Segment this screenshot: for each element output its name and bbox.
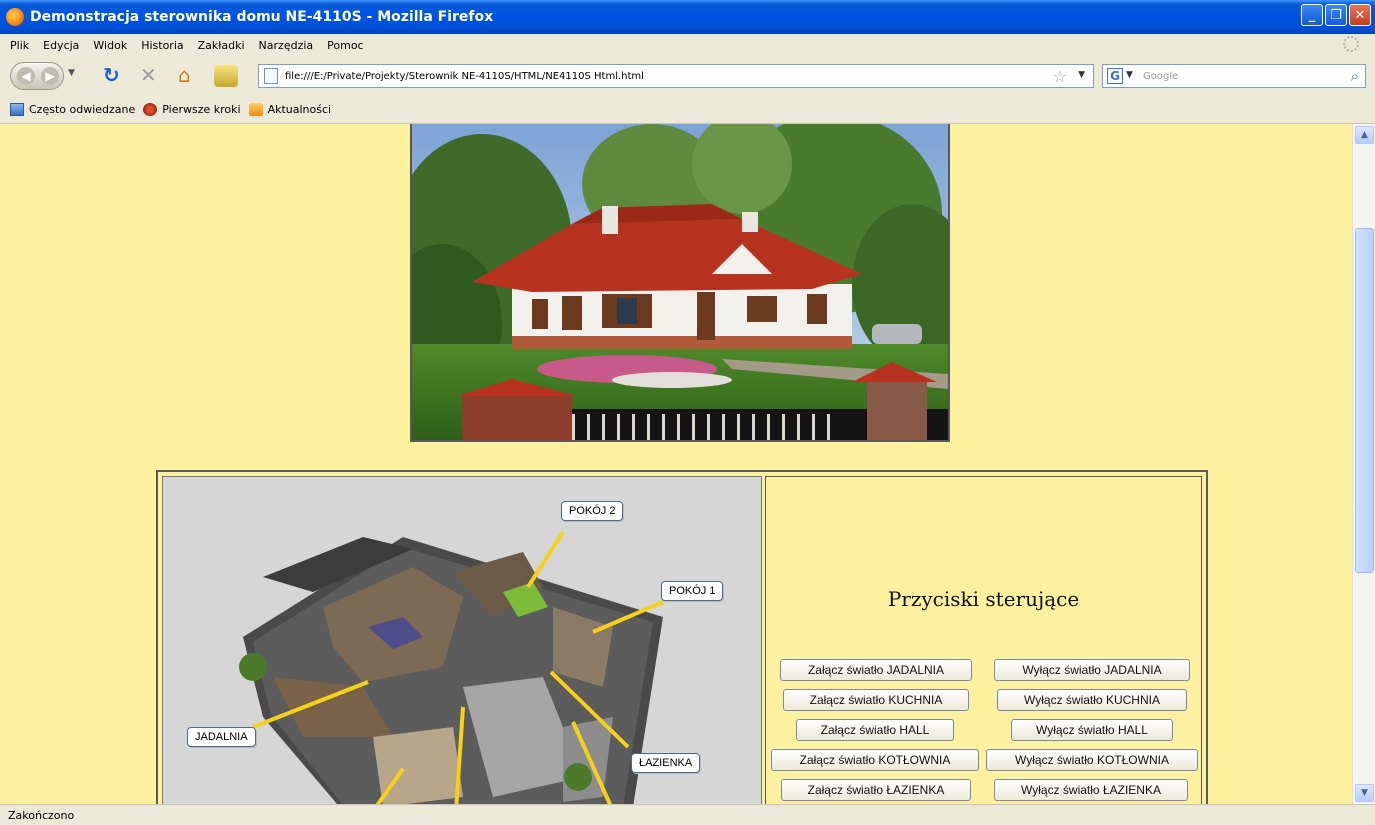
page-content: POKÓJ 2 POKÓJ 1 JADALNIA ŁAZIENKA Przyci… [0,124,1352,804]
off-light-kuchnia-button[interactable]: Wyłącz światło KUCHNIA [997,689,1187,711]
menu-pomoc[interactable]: Pomoc [327,39,363,52]
forward-arrow-icon[interactable]: ▶ [41,67,59,85]
navigation-toolbar: ◀ ▶ ▼ ↻ ✕ ⌂ file:///E:/Private/Projekty/… [0,56,1375,96]
off-light-jadalnia-button[interactable]: Wyłącz światło JADALNIA [994,659,1190,681]
menu-narzedzia[interactable]: Narzędzia [259,39,314,52]
scroll-down-button[interactable]: ▼ [1355,784,1374,802]
menu-edycja[interactable]: Edycja [43,39,79,52]
throbber-icon [1343,36,1359,52]
home-icon[interactable]: ⌂ [178,64,191,86]
label-lazienka: ŁAZIENKA [631,753,701,773]
vertical-scrollbar[interactable]: ▲ ▼ [1352,124,1375,804]
bookmark-label: Pierwsze kroki [162,103,241,116]
menu-plik[interactable]: Plik [10,39,29,52]
control-panel-table: POKÓJ 2 POKÓJ 1 JADALNIA ŁAZIENKA Przyci… [156,470,1208,804]
on-light-jadalnia-button[interactable]: Załącz światło JADALNIA [780,659,972,681]
bookmarks-sidebar-icon[interactable] [214,65,238,87]
label-pokoj-2: POKÓJ 2 [561,501,624,521]
magnifier-icon[interactable]: ⌕ [1351,67,1359,85]
close-button[interactable]: ✕ [1349,4,1371,26]
label-jadalnia: JADALNIA [187,727,256,747]
on-light-kotlownia-button[interactable]: Załącz światło KOTŁOWNIA [771,749,979,771]
stop-icon[interactable]: ✕ [140,64,157,86]
window-controls: _ ❐ ✕ [1301,4,1371,26]
label-pokoj-1: POKÓJ 1 [661,581,724,601]
google-engine-icon[interactable]: G [1107,68,1123,84]
off-light-hall-button[interactable]: Wyłącz światło HALL [1011,719,1173,741]
address-dropdown-icon[interactable]: ▼ [1078,70,1085,80]
search-placeholder: Google [1143,70,1179,82]
menu-bar: Plik Edycja Widok Historia Zakładki Narz… [0,34,1375,56]
menu-historia[interactable]: Historia [141,39,183,52]
engine-dropdown-icon[interactable]: ▼ [1126,70,1133,80]
back-forward-group: ◀ ▶ [10,62,64,90]
status-bar: Zakończono [0,804,1375,825]
firefox-bookmark-icon [143,103,158,116]
bookmark-czesto-odwiedzane[interactable]: Często odwiedzane [10,103,135,116]
page-icon [264,68,278,84]
back-arrow-icon[interactable]: ◀ [17,67,35,85]
title-bar: Demonstracja sterownika domu NE-4110S - … [0,0,1375,34]
minimize-button[interactable]: _ [1301,4,1323,26]
rss-icon [248,103,263,116]
bookmarks-toolbar: Często odwiedzane Pierwsze kroki Aktualn… [0,96,1375,124]
bookmark-pierwsze-kroki[interactable]: Pierwsze kroki [143,103,241,116]
history-dropdown-icon[interactable]: ▼ [68,68,75,78]
status-text: Zakończono [8,808,75,822]
floor-plan-image: POKÓJ 2 POKÓJ 1 JADALNIA ŁAZIENKA [162,476,762,804]
bookmark-label: Często odwiedzane [29,103,136,116]
on-light-lazienka-button[interactable]: Załącz światło ŁAZIENKA [781,779,971,801]
off-light-kotlownia-button[interactable]: Wyłącz światło KOTŁOWNIA [986,749,1198,771]
bookmark-aktualnosci[interactable]: Aktualności [248,103,332,116]
menu-widok[interactable]: Widok [93,39,127,52]
house-image [410,124,950,442]
control-buttons-panel: Przyciski sterujące Załącz światło JADAL… [765,476,1202,804]
off-light-lazienka-button[interactable]: Wyłącz światło ŁAZIENKA [994,779,1188,801]
star-icon[interactable]: ☆ [1053,67,1067,86]
bookmark-label: Aktualności [267,103,332,116]
scroll-up-button[interactable]: ▲ [1355,126,1374,144]
scroll-thumb[interactable] [1355,228,1374,573]
on-light-kuchnia-button[interactable]: Załącz światło KUCHNIA [783,689,969,711]
reload-icon[interactable]: ↻ [103,64,120,86]
address-url: file:///E:/Private/Projekty/Sterownik NE… [285,70,644,82]
window-title: Demonstracja sterownika domu NE-4110S - … [30,9,494,25]
maximize-button[interactable]: ❐ [1325,4,1347,26]
folder-icon [10,103,24,116]
controls-heading: Przyciski sterujące [887,587,1080,611]
address-bar[interactable]: file:///E:/Private/Projekty/Sterownik NE… [258,64,1094,88]
menu-zakladki[interactable]: Zakładki [198,39,245,52]
firefox-logo-icon [6,8,24,26]
on-light-hall-button[interactable]: Załącz światło HALL [796,719,954,741]
search-input[interactable]: G ▼ Google ⌕ [1102,64,1366,88]
